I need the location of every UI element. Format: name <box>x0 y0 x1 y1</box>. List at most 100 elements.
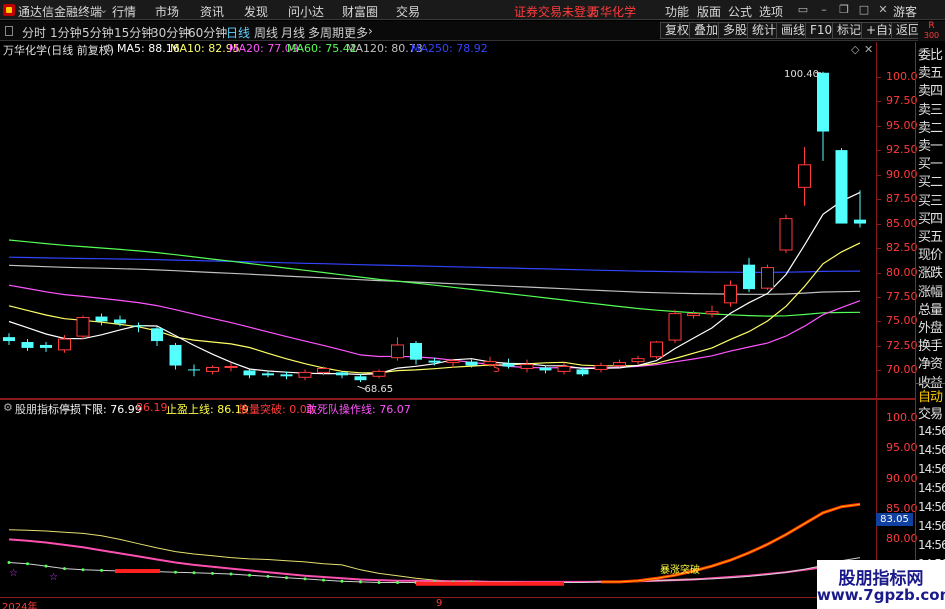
menu-formula[interactable]: 公式 <box>728 3 752 20</box>
right-panel-tab[interactable]: 交易 <box>918 403 945 422</box>
close-icon[interactable]: ✕ <box>875 2 891 17</box>
right-panel-item[interactable]: 买二 <box>918 171 945 190</box>
price-tick: 90.00 <box>886 167 918 181</box>
ma-settings-icon[interactable]: ⚙ <box>104 42 114 55</box>
right-panel-item[interactable]: 卖三 <box>918 99 945 118</box>
maximize-icon[interactable]: □ <box>856 2 872 17</box>
candle-body <box>724 284 737 304</box>
candle-body <box>631 358 645 363</box>
right-panel-item[interactable]: 涨跌 <box>918 262 945 281</box>
right-panel-item[interactable]: 净资 <box>918 353 945 372</box>
candle-body <box>151 328 163 342</box>
indicator-value-badge: 83.05 <box>876 513 913 526</box>
right-panel-item[interactable]: 买一 <box>918 153 945 172</box>
right-panel-item[interactable]: 卖四 <box>918 80 945 99</box>
price-tick-mark <box>876 370 881 372</box>
candle-body <box>317 367 330 373</box>
candle-body <box>705 311 719 315</box>
ratio-indicator[interactable]: R 300 <box>918 21 945 41</box>
date-year: 2024年 <box>2 602 38 609</box>
indicator-chart[interactable]: ☆ ☆ 暴涨突破 <box>0 400 876 597</box>
restore-icon[interactable]: ❐ <box>836 2 852 17</box>
ratio-top: R <box>928 21 935 31</box>
signal-dot <box>44 564 48 568</box>
right-panel-item[interactable]: 外盘 <box>918 317 945 336</box>
period-monthly[interactable]: 月线 <box>281 24 305 41</box>
diamond-icon[interactable]: ◇ <box>851 43 859 56</box>
period-more[interactable]: 更多 <box>344 24 368 41</box>
breakout-annotation: 暴涨突破 <box>660 563 700 576</box>
menu-ask[interactable]: 问小达 <box>288 3 324 20</box>
minimize-icon[interactable]: – <box>816 2 832 17</box>
period-multi[interactable]: 多周期 <box>308 24 344 41</box>
signal-s-marker: S <box>493 362 500 375</box>
period-daily[interactable]: 日线 <box>226 24 250 41</box>
price-tick-mark <box>876 174 881 176</box>
right-panel-item[interactable]: 涨幅 <box>918 281 945 300</box>
candle-body <box>169 344 182 366</box>
period-15min[interactable]: 15分钟 <box>114 24 153 41</box>
price-tick: 87.50 <box>886 192 918 206</box>
menu-quotes[interactable]: 行情 <box>112 3 136 20</box>
signal-dot <box>340 579 344 583</box>
candlestick-chart[interactable]: 100.40 68.65 S <box>0 56 876 398</box>
period-60min[interactable]: 60分钟 <box>188 24 227 41</box>
candle-body <box>613 362 626 367</box>
period-5min[interactable]: 5分钟 <box>82 24 114 41</box>
menu-functions[interactable]: 功能 <box>665 3 689 20</box>
right-panel-item[interactable]: 换手 <box>918 335 945 354</box>
menu-wealth[interactable]: 财富圈 <box>342 3 378 20</box>
indicator-tick: 95.00 <box>886 441 918 455</box>
guest-login[interactable]: 游客 <box>893 3 917 20</box>
settings-icon[interactable]: ▭ <box>795 2 811 17</box>
price-tick: 85.00 <box>886 216 918 230</box>
right-panel-item[interactable]: 买三 <box>918 190 945 209</box>
menu-news[interactable]: 资讯 <box>200 3 224 20</box>
close-panel-icon[interactable]: ✕ <box>864 43 873 56</box>
period-1min[interactable]: 1分钟 <box>50 24 82 41</box>
candle-body <box>798 164 811 188</box>
indicator-tick: 90.00 <box>886 471 918 485</box>
candle-body <box>410 343 422 360</box>
menu-layout[interactable]: 版面 <box>697 3 721 20</box>
price-tick-mark <box>876 272 881 274</box>
menu-market[interactable]: 市场 <box>155 3 179 20</box>
menu-discover[interactable]: 发现 <box>244 3 268 20</box>
trade-login-notice[interactable]: 证券交易未登录 <box>514 3 598 20</box>
right-panel-item[interactable]: 卖五 <box>918 62 945 81</box>
candle-body <box>743 264 755 290</box>
right-panel-item[interactable]: 卖二 <box>918 117 945 136</box>
candle-body <box>336 372 348 376</box>
signal-dot <box>192 571 196 575</box>
ma-line <box>8 239 861 317</box>
menu-options[interactable]: 选项 <box>759 3 783 20</box>
more-chevron-icon[interactable]: › <box>368 24 373 38</box>
period-30min[interactable]: 30分钟 <box>151 24 190 41</box>
trade-time: 14:56 <box>918 424 945 438</box>
candle-body <box>298 371 312 378</box>
period-weekly[interactable]: 周线 <box>254 24 278 41</box>
chevron-down-icon[interactable]: ⌄ <box>99 3 108 16</box>
trade-time: 14:56 <box>918 519 945 533</box>
date-axis: 2024年 9 1 <box>0 597 916 609</box>
candle-body <box>446 360 460 364</box>
indicator-tick: 100.0 <box>886 411 918 425</box>
right-panel-item[interactable]: 买四 <box>918 208 945 227</box>
right-panel-item[interactable]: 卖一 <box>918 135 945 154</box>
right-panel-item[interactable]: 现价 <box>918 244 945 263</box>
candle-body <box>520 364 534 369</box>
candle-body <box>594 365 608 370</box>
period-intraday[interactable]: 分时 <box>22 24 46 41</box>
price-tick: 82.50 <box>886 241 918 255</box>
price-tick-mark <box>876 76 881 78</box>
right-panel-item[interactable]: 总量 <box>918 299 945 318</box>
candle-body <box>262 373 274 376</box>
right-panel-item[interactable]: 买五 <box>918 226 945 245</box>
candle-body <box>817 72 829 132</box>
signal-dot <box>303 577 307 581</box>
menu-trade[interactable]: 交易 <box>396 3 420 20</box>
layout-icon[interactable] <box>5 26 13 36</box>
right-panel-item[interactable]: 委比 <box>918 44 945 63</box>
trade-time: 14:56 <box>918 538 945 552</box>
price-tick: 70.00 <box>886 363 918 377</box>
